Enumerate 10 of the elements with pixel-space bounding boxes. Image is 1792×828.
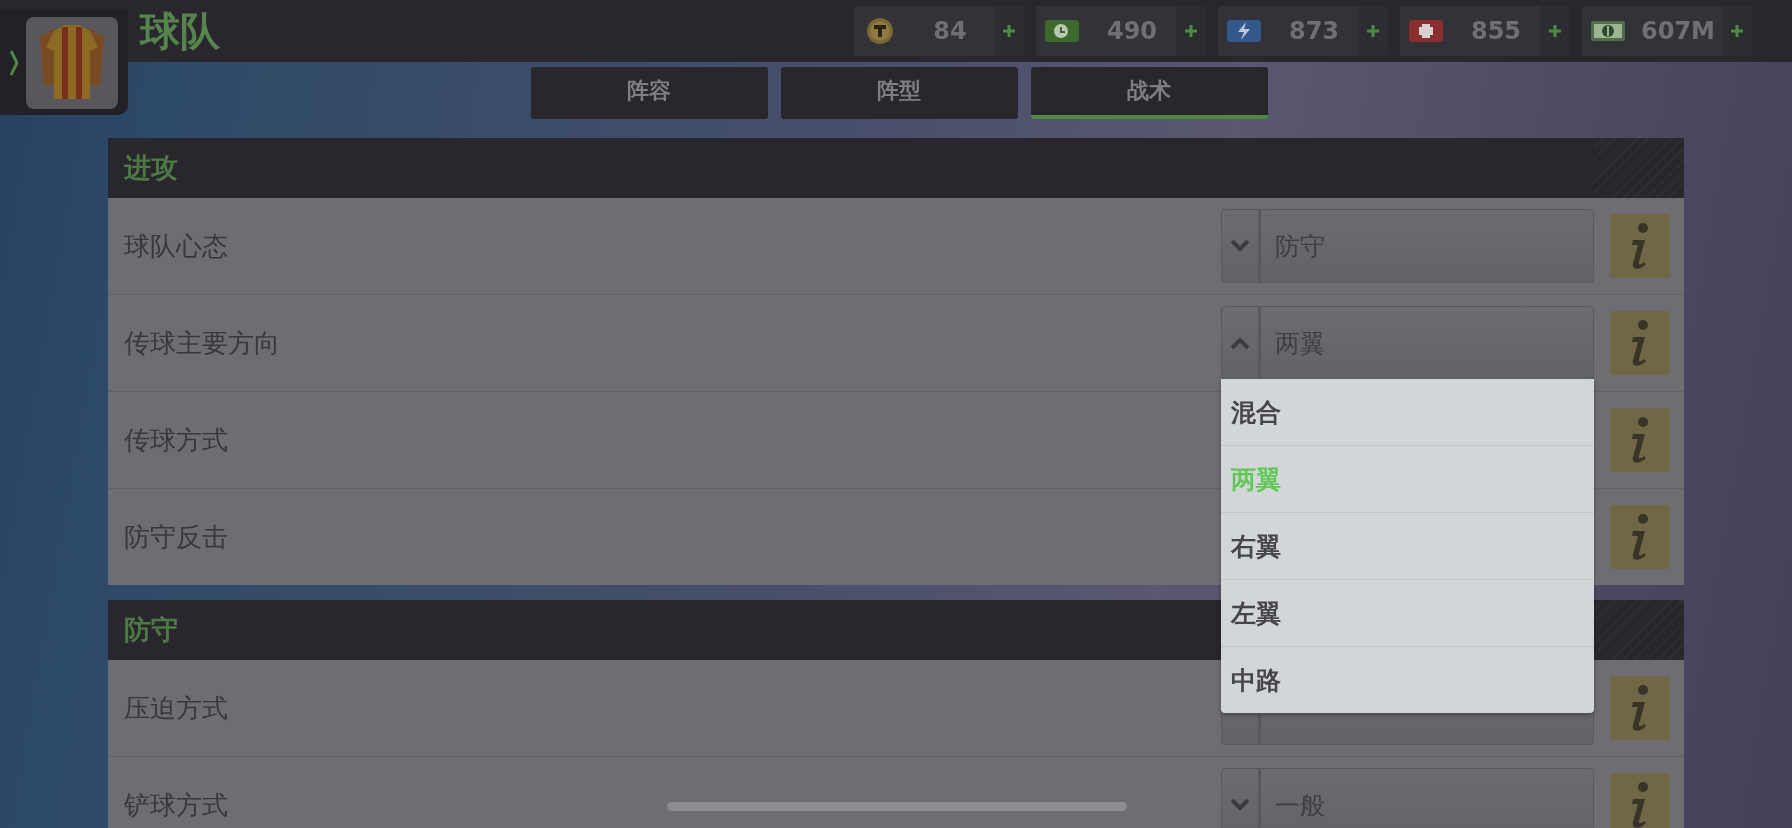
currency-amount: 84 (932, 17, 968, 45)
currency-amount: 607M (1640, 17, 1716, 45)
tab[interactable]: 战术 (1030, 67, 1268, 119)
currency-amount: 490 (1105, 17, 1159, 45)
currency-amount: 855 (1469, 17, 1523, 45)
page-title: 球队 (140, 6, 220, 56)
section-header: 进攻 (108, 138, 1684, 198)
tab[interactable]: 阵容 (530, 67, 768, 119)
currency-amount: 873 (1287, 17, 1341, 45)
tab[interactable]: 阵型 (780, 67, 1018, 119)
